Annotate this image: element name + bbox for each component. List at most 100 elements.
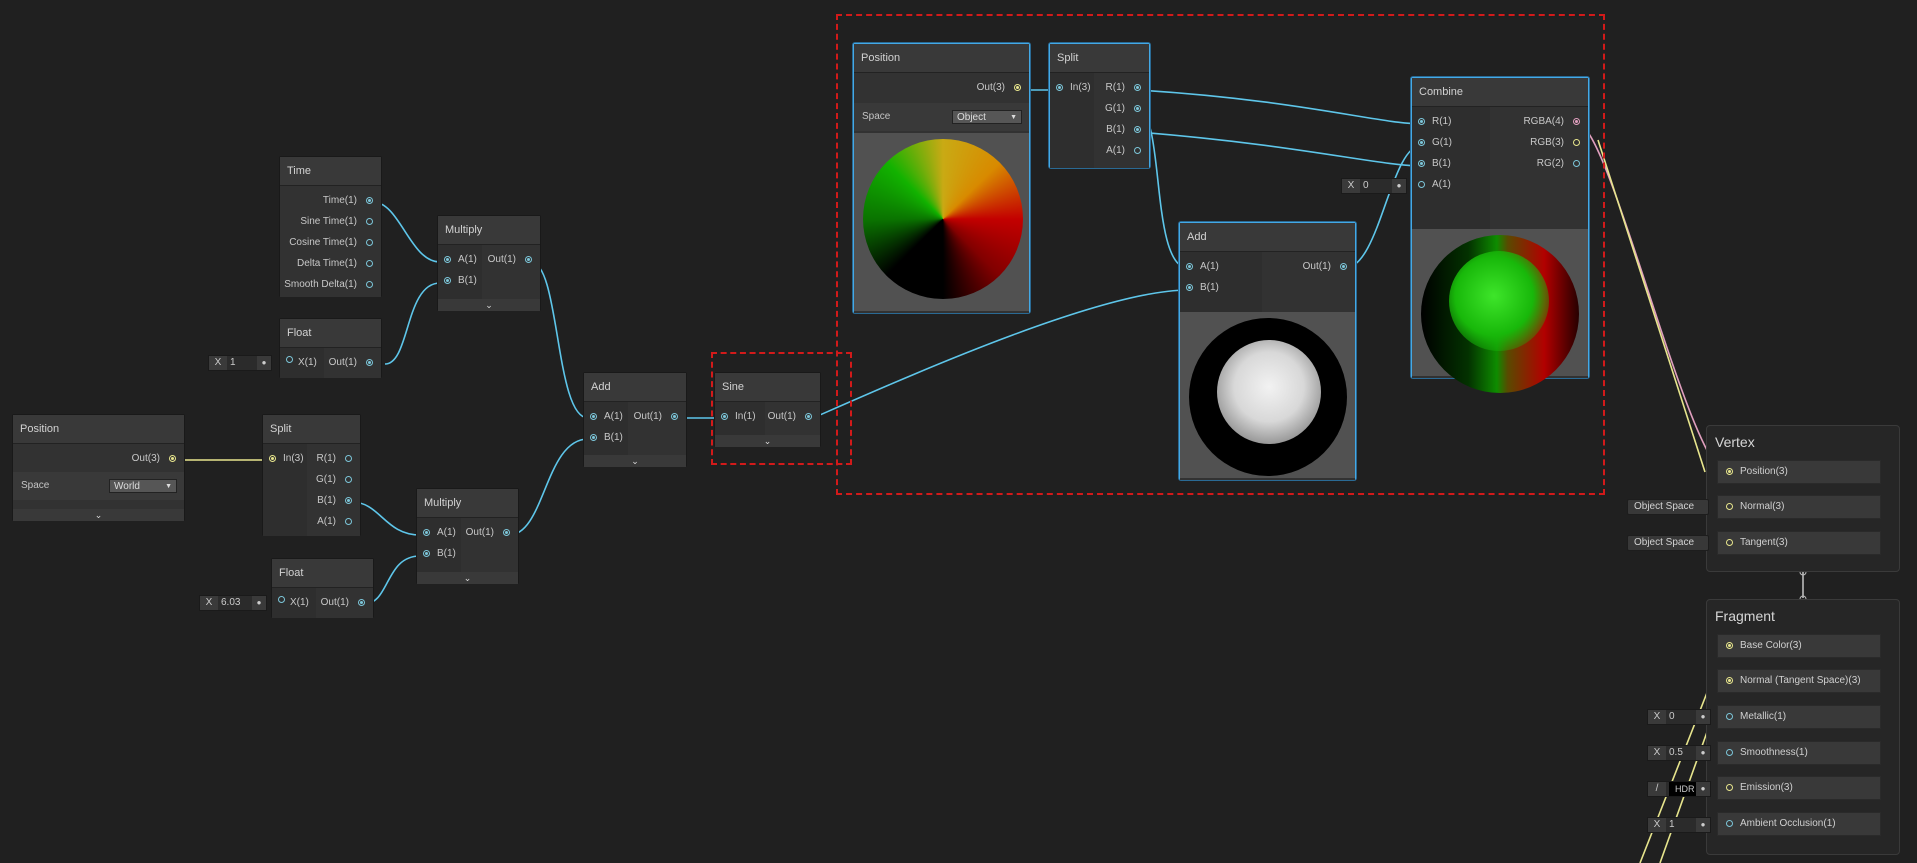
a-output-port[interactable] <box>1134 147 1141 154</box>
drag-knob-icon[interactable]: ● <box>252 596 266 610</box>
emission-port[interactable] <box>1726 784 1733 791</box>
in-input-port[interactable] <box>269 455 276 462</box>
add-node-2[interactable]: Add A(1) B(1) Out(1) <box>1179 222 1356 480</box>
rgba-output-port[interactable] <box>1573 118 1580 125</box>
out-port[interactable] <box>525 256 532 263</box>
ambient-occlusion-slot[interactable]: Ambient Occlusion(1) <box>1717 812 1881 836</box>
a-input-port[interactable] <box>1418 181 1425 188</box>
metallic-field[interactable]: X 0 ● <box>1647 709 1711 725</box>
smoothness-port[interactable] <box>1726 749 1733 756</box>
r-input-port[interactable] <box>1418 118 1425 125</box>
x-input-port[interactable] <box>278 596 285 603</box>
split-node-2[interactable]: Split In(3) R(1) G(1) B(1) A(1) <box>1049 43 1150 168</box>
position-port[interactable] <box>1726 468 1733 475</box>
base-color-slot[interactable]: Base Color(3) <box>1717 634 1881 658</box>
delta-time-output-port[interactable] <box>366 260 373 267</box>
a-output-port[interactable] <box>345 518 352 525</box>
normal-port[interactable] <box>1726 503 1733 510</box>
metallic-slot[interactable]: Metallic(1) <box>1717 705 1881 729</box>
in-input-port[interactable] <box>1056 84 1063 91</box>
out-port[interactable] <box>366 359 373 366</box>
float-node-2[interactable]: Float X(1) Out(1) <box>271 558 374 618</box>
smoothness-slot[interactable]: Smoothness(1) <box>1717 741 1881 765</box>
time-node[interactable]: Time Time(1) Sine Time(1) Cosine Time(1)… <box>279 156 382 297</box>
b-output-port[interactable] <box>345 497 352 504</box>
g-input-port[interactable] <box>1418 139 1425 146</box>
base-color-port[interactable] <box>1726 642 1733 649</box>
expand-chevron-icon[interactable]: ⌄ <box>13 509 184 521</box>
drag-knob-icon[interactable]: ● <box>1696 746 1710 760</box>
normal-tangent-slot[interactable]: Normal (Tangent Space)(3) <box>1717 669 1881 693</box>
b-input-port[interactable] <box>1186 284 1193 291</box>
a-input-port[interactable] <box>590 413 597 420</box>
sine-time-output-port[interactable] <box>366 218 373 225</box>
out-port[interactable] <box>1014 84 1021 91</box>
sine-node[interactable]: Sine In(1) Out(1) ⌄ <box>714 372 821 447</box>
x-input-port[interactable] <box>286 356 293 363</box>
space-dropdown[interactable]: Object ▼ <box>952 110 1022 124</box>
expand-chevron-icon[interactable]: ⌄ <box>438 299 540 311</box>
normal-tangent-port[interactable] <box>1726 677 1733 684</box>
normal-space-pill[interactable]: Object Space <box>1627 499 1709 515</box>
float2-x-field[interactable]: X 6.03 ● <box>199 595 267 611</box>
drag-knob-icon[interactable]: ● <box>1696 782 1710 796</box>
combine-a-field[interactable]: X 0 ● <box>1341 178 1407 194</box>
vertex-position-slot[interactable]: Position(3) <box>1717 460 1881 484</box>
rgb-output-port[interactable] <box>1573 139 1580 146</box>
drag-knob-icon[interactable]: ● <box>257 356 271 370</box>
g-output-port[interactable] <box>345 476 352 483</box>
add-node-1[interactable]: Add A(1) B(1) Out(1) ⌄ <box>583 372 687 467</box>
out-port[interactable] <box>169 455 176 462</box>
expand-chevron-icon[interactable]: ⌄ <box>417 572 518 584</box>
g-output-port[interactable] <box>1134 105 1141 112</box>
vertex-normal-slot[interactable]: Normal(3) <box>1717 495 1881 519</box>
out-port[interactable] <box>1340 263 1347 270</box>
space-dropdown[interactable]: World ▼ <box>109 479 177 493</box>
drag-knob-icon[interactable]: ● <box>1696 818 1710 832</box>
a-input-port[interactable] <box>444 256 451 263</box>
a-input-port[interactable] <box>423 529 430 536</box>
drag-knob-icon[interactable]: ● <box>1392 179 1406 193</box>
b-input-port[interactable] <box>590 434 597 441</box>
out-port[interactable] <box>503 529 510 536</box>
multiply-node-1[interactable]: Multiply A(1) B(1) Out(1) ⌄ <box>437 215 541 311</box>
combine-node[interactable]: Combine R(1) G(1) B(1) A(1) RGBA(4) RGB(… <box>1411 77 1589 393</box>
cosine-time-output-port[interactable] <box>366 239 373 246</box>
a-input-port[interactable] <box>1186 263 1193 270</box>
fragment-block[interactable]: Fragment Base Color(3) Normal (Tangent S… <box>1706 599 1900 855</box>
smooth-delta-output-port[interactable] <box>366 281 373 288</box>
position-node-object[interactable]: Position Out(3) Space Object ▼ <box>853 43 1030 313</box>
ambient-occlusion-port[interactable] <box>1726 820 1733 827</box>
rg-output-port[interactable] <box>1573 160 1580 167</box>
metallic-port[interactable] <box>1726 713 1733 720</box>
b-input-port[interactable] <box>423 550 430 557</box>
expand-chevron-icon[interactable]: ⌄ <box>584 455 686 467</box>
time-output-port[interactable] <box>366 197 373 204</box>
in-input-port[interactable] <box>721 413 728 420</box>
ambient-occlusion-field[interactable]: X 1 ● <box>1647 817 1711 833</box>
b-output-port[interactable] <box>1134 126 1141 133</box>
drag-knob-icon[interactable]: ● <box>1696 710 1710 724</box>
split-node-1[interactable]: Split In(3) R(1) G(1) B(1) A(1) <box>262 414 361 536</box>
r-output-port[interactable] <box>1134 84 1141 91</box>
tangent-port[interactable] <box>1726 539 1733 546</box>
float1-x-field[interactable]: X 1 ● <box>208 355 272 371</box>
position-node-world[interactable]: Position Out(3) Space World ▼ ⌄ <box>12 414 185 521</box>
r-output-port[interactable] <box>345 455 352 462</box>
smoothness-field[interactable]: X 0.5 ● <box>1647 745 1711 761</box>
cosine-time-output-label: Cosine Time(1) <box>289 237 357 248</box>
float-node-1[interactable]: Float X(1) Out(1) <box>279 318 382 378</box>
preview-sphere <box>1421 235 1579 393</box>
tangent-space-pill[interactable]: Object Space <box>1627 535 1709 551</box>
vertex-tangent-slot[interactable]: Tangent(3) <box>1717 531 1881 555</box>
b-input-port[interactable] <box>1418 160 1425 167</box>
out-port[interactable] <box>671 413 678 420</box>
vertex-block[interactable]: Vertex Position(3) Normal(3) Tangent(3) <box>1706 425 1900 572</box>
out-port[interactable] <box>805 413 812 420</box>
multiply-node-2[interactable]: Multiply A(1) B(1) Out(1) ⌄ <box>416 488 519 584</box>
b-input-port[interactable] <box>444 277 451 284</box>
out-port[interactable] <box>358 599 365 606</box>
emission-slot[interactable]: Emission(3) <box>1717 776 1881 800</box>
emission-hdr-field[interactable]: / HDR ● <box>1647 781 1711 797</box>
expand-chevron-icon[interactable]: ⌄ <box>715 435 820 447</box>
